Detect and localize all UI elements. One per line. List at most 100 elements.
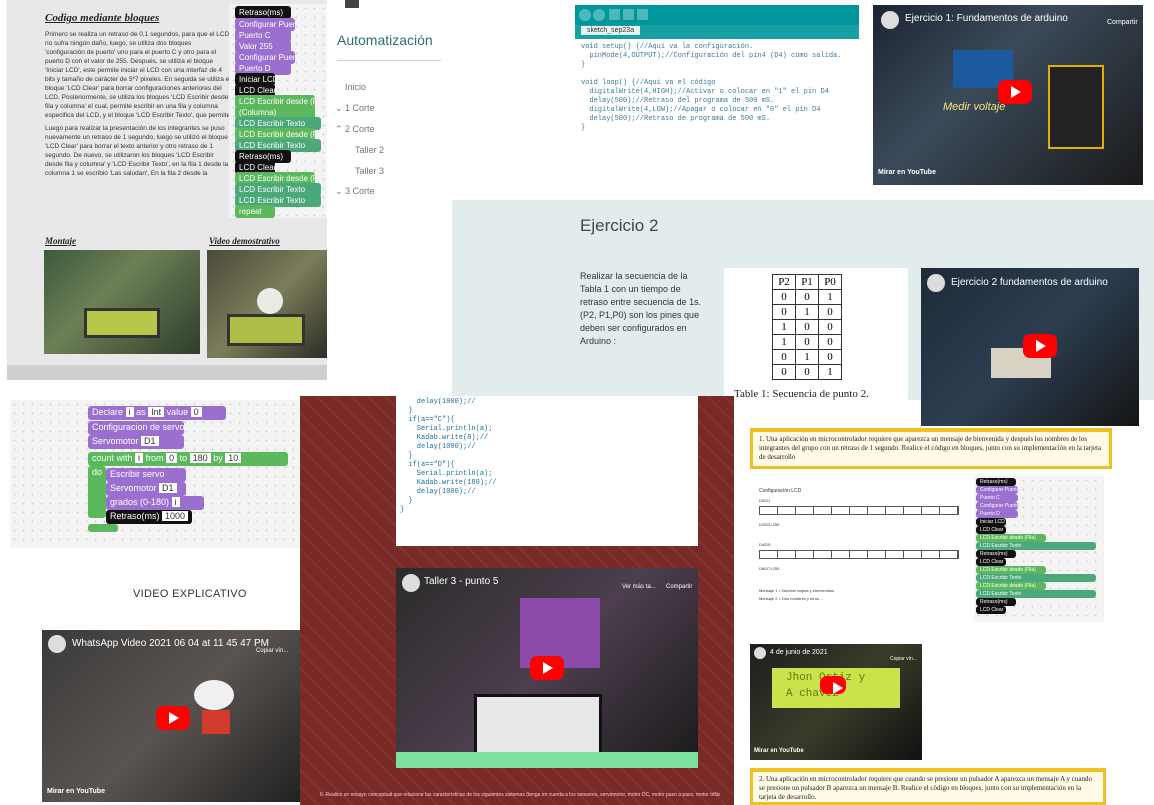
- table-cell: 1: [795, 349, 819, 365]
- youtube-play-icon[interactable]: [156, 706, 190, 730]
- block-config-puerto-2[interactable]: Configurar Puerto: [976, 502, 1018, 510]
- table-header: P0: [818, 274, 842, 290]
- by-label: by: [213, 453, 223, 463]
- youtube-play-icon[interactable]: [1023, 334, 1057, 358]
- block-escribir-servo[interactable]: Escribir servo: [106, 468, 186, 482]
- block-lcd-texto-3[interactable]: LCD Escribir Texto: [976, 590, 1096, 598]
- block-retraso[interactable]: Retraso(ms): [976, 478, 1016, 486]
- watch-on-text: Mirar en: [754, 748, 778, 754]
- video4-share[interactable]: Compartir: [666, 584, 692, 590]
- video-whatsapp[interactable]: WhatsApp Video 2021 06 04 at 11 45 47 PM…: [42, 630, 300, 802]
- to-field[interactable]: 180: [189, 453, 211, 463]
- block-lcd-clear-3[interactable]: LCD Clear: [976, 606, 1006, 614]
- video1-share-label[interactable]: Compartir: [1107, 19, 1138, 26]
- watch-on-label[interactable]: Mirar en YouTube: [878, 169, 936, 176]
- retraso-field[interactable]: 1000: [162, 511, 189, 521]
- menu-3-corte[interactable]: 3 Corte: [345, 186, 375, 196]
- block-servomotor-2[interactable]: Servomotor D1: [106, 482, 186, 496]
- ejercicio2-text: Realizar la secuencia de la Tabla 1 con …: [580, 271, 702, 346]
- upload-icon[interactable]: [593, 9, 605, 21]
- channel-avatar[interactable]: [927, 274, 945, 292]
- video-ejercicio-2[interactable]: Ejercicio 2 fundamentos de arduino: [921, 268, 1139, 426]
- menu-inicio[interactable]: Inicio: [345, 82, 366, 92]
- block-lcd-clear-2[interactable]: LCD Clear: [976, 558, 1006, 566]
- block-lcd-fila[interactable]: LCD Escribir desde (Fila): [976, 534, 1046, 542]
- block-puerto-d[interactable]: Puerto D: [976, 510, 1018, 518]
- value-field[interactable]: 0: [190, 407, 202, 417]
- watch-on-label[interactable]: Mirar en YouTube: [754, 748, 804, 754]
- type-field[interactable]: Int: [148, 407, 165, 417]
- video-taller-3[interactable]: Taller 3 - punto 5 Ver más ta... Compart…: [396, 568, 698, 768]
- channel-avatar[interactable]: [48, 635, 66, 653]
- declare-label: Declare: [92, 407, 124, 417]
- video5-title[interactable]: 4 de junio de 2021: [770, 649, 828, 656]
- menu-taller-2[interactable]: Taller 2: [355, 145, 384, 155]
- block-lcd-fila-2[interactable]: LCD Escribir desde (Fila): [976, 566, 1046, 574]
- block-lcd-texto[interactable]: LCD Escribir Texto: [976, 542, 1096, 550]
- block-lcd-texto-2[interactable]: LCD Escribir Texto: [976, 574, 1096, 582]
- channel-avatar[interactable]: [754, 647, 766, 659]
- chevron-down-icon: ⌄: [335, 186, 343, 196]
- table-cell: 0: [818, 304, 842, 320]
- video-ejercicio-1[interactable]: Ejercicio 1: Fundamentos de arduino Comp…: [873, 5, 1143, 185]
- video3-copy[interactable]: Copiar vín...: [256, 648, 288, 654]
- block-config-servo[interactable]: Configuracion de servo: [88, 421, 184, 435]
- verify-icon[interactable]: [579, 9, 591, 21]
- play-circle-icon[interactable]: [257, 288, 283, 314]
- block-retraso-servo[interactable]: Retraso(ms) 1000: [106, 510, 192, 524]
- block-servomotor[interactable]: Servomotor D1: [88, 435, 184, 449]
- block-config-puerto[interactable]: Configurar Puerto: [976, 486, 1018, 494]
- block-lcd-clear[interactable]: LCD Clear: [976, 526, 1006, 534]
- from-field[interactable]: 0: [166, 453, 178, 463]
- pin-field[interactable]: D1: [141, 436, 159, 446]
- video4-later[interactable]: Ver más ta...: [622, 584, 656, 590]
- new-icon[interactable]: [609, 9, 620, 20]
- block-retraso-3[interactable]: Retraso(ms): [976, 598, 1016, 606]
- video-lcd[interactable]: 4 de junio de 2021 Copiar vín... Jhon Or…: [750, 644, 922, 760]
- video1-title[interactable]: Ejercicio 1: Fundamentos de arduino: [905, 13, 1068, 24]
- video5-copy[interactable]: Copiar vín...: [890, 656, 917, 662]
- youtube-play-icon[interactable]: [530, 656, 564, 680]
- table-cell: 0: [795, 364, 819, 380]
- message-1: Mensaje 1 = Nombre tarjeta y bienvenidos: [759, 588, 835, 593]
- video3-title[interactable]: WhatsApp Video 2021 06 04 at 11 45 47 PM: [72, 638, 269, 649]
- pin-field[interactable]: D1: [159, 483, 177, 493]
- block-iniciar-lcd[interactable]: Iniciar LCD: [976, 518, 1006, 526]
- block-loop-end: [88, 524, 118, 532]
- ide-code[interactable]: void setup() {//Aqui va la configuración…: [581, 43, 841, 133]
- youtube-play-icon[interactable]: [820, 676, 846, 694]
- block-declare[interactable]: Declare i as Int value 0: [88, 406, 226, 420]
- menu-taller-3[interactable]: Taller 3: [355, 166, 384, 176]
- var-field[interactable]: i: [125, 407, 134, 417]
- by-field[interactable]: 10: [225, 453, 242, 463]
- table-caption: Table 1: Secuencia de punto 2.: [734, 388, 869, 400]
- video1-overlay: Medir voltaje: [943, 101, 1006, 113]
- question-1-text: 1. Una aplicación en microcontrolador re…: [759, 435, 1102, 461]
- count-var[interactable]: i: [135, 453, 144, 463]
- count-label: count with: [92, 453, 133, 463]
- demo-video-thumb[interactable]: [207, 250, 327, 358]
- sketch-tab[interactable]: sketch_sep23a: [581, 26, 641, 35]
- row-label-4: D6/D7=255: [759, 566, 780, 571]
- servomotor-label: Servomotor: [92, 436, 139, 446]
- open-icon[interactable]: [623, 9, 634, 20]
- serial-code[interactable]: delay(1000);// } if(a=="C"){ Serial.prin…: [400, 398, 497, 515]
- block-count-with[interactable]: count with i from 0 to 180 by 10: [88, 452, 288, 466]
- channel-avatar[interactable]: [402, 574, 420, 592]
- block-puerto-c[interactable]: Puerto C: [976, 494, 1018, 502]
- block-grados[interactable]: grados (0-180) i: [106, 496, 204, 510]
- grados-var[interactable]: i: [171, 497, 180, 507]
- video2-title[interactable]: Ejercicio 2 fundamentos de arduino: [951, 277, 1108, 288]
- block-lcd-fila-3[interactable]: LCD Escribir desde (Fila): [976, 582, 1046, 590]
- menu-2-corte[interactable]: 2 Corte: [345, 124, 375, 134]
- channel-avatar[interactable]: [881, 11, 899, 29]
- save-icon[interactable]: [637, 9, 648, 20]
- video4-title[interactable]: Taller 3 - punto 5: [424, 576, 499, 587]
- block-repeat[interactable]: repeat: [235, 205, 275, 218]
- demo-lcd: [227, 314, 305, 346]
- watch-on-label[interactable]: Mirar en YouTube: [47, 788, 105, 795]
- block-retraso-2[interactable]: Retraso(ms): [976, 550, 1016, 558]
- sequence-table: P2 P1 P0 001 010 100 100 010 001: [772, 274, 842, 380]
- grados-label: grados (0-180): [110, 497, 170, 507]
- menu-1-corte[interactable]: 1 Corte: [345, 103, 375, 113]
